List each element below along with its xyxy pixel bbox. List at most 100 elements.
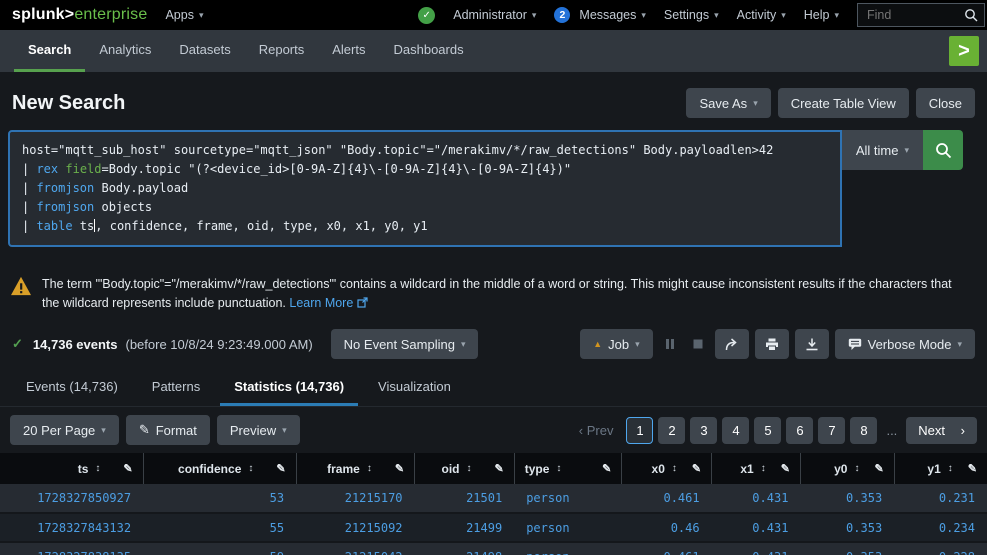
appnav-search[interactable]: Search: [14, 30, 86, 72]
table-cell[interactable]: 59: [143, 542, 297, 555]
table-cell[interactable]: 21215170: [296, 484, 415, 514]
tab-events[interactable]: Events (14,736): [12, 369, 132, 406]
column-header-x1[interactable]: x1 ↕ ✎: [711, 453, 801, 484]
table-cell[interactable]: 0.353: [800, 513, 895, 543]
tab-patterns[interactable]: Patterns: [138, 369, 214, 406]
edit-column-icon[interactable]: ✎: [395, 462, 404, 475]
page-button-8[interactable]: 8: [850, 416, 878, 444]
sort-icon[interactable]: ↕: [367, 463, 372, 474]
column-header-oid[interactable]: oid ↕ ✎: [414, 453, 515, 484]
table-cell[interactable]: 21215092: [296, 513, 415, 543]
splunk-app-icon[interactable]: >: [949, 36, 979, 66]
column-header-type[interactable]: type ↕ ✎: [514, 453, 623, 484]
table-cell[interactable]: 0.431: [711, 542, 801, 555]
page-button-6[interactable]: 6: [786, 416, 814, 444]
table-cell[interactable]: 1728327850927: [0, 484, 144, 514]
sort-icon[interactable]: ↕: [466, 463, 471, 474]
stop-job-icon[interactable]: [687, 338, 709, 350]
appnav-reports[interactable]: Reports: [245, 30, 319, 72]
sort-icon[interactable]: ↕: [761, 463, 766, 474]
search-mode-button[interactable]: Verbose Mode ▾: [834, 329, 975, 359]
job-menu-button[interactable]: ▲ Job ▾: [580, 329, 653, 359]
edit-column-icon[interactable]: ✎: [602, 462, 611, 475]
create-table-view-button[interactable]: Create Table View: [777, 88, 909, 118]
find-input[interactable]: [867, 8, 964, 22]
table-cell[interactable]: 0.431: [711, 513, 801, 543]
user-menu[interactable]: Administrator ▾: [453, 8, 536, 22]
table-cell[interactable]: 21215042: [296, 542, 415, 555]
spl-query-editor[interactable]: host="mqtt_sub_host" sourcetype="mqtt_js…: [8, 130, 842, 247]
print-button[interactable]: [754, 329, 789, 359]
table-cell[interactable]: 0.353: [800, 484, 895, 514]
apps-menu[interactable]: Apps ▾: [165, 8, 203, 22]
sort-icon[interactable]: ↕: [248, 463, 253, 474]
settings-menu[interactable]: Settings ▾: [664, 8, 719, 22]
table-cell[interactable]: 1728327843132: [0, 513, 144, 543]
help-menu[interactable]: Help ▾: [804, 8, 839, 22]
close-button[interactable]: Close: [915, 88, 975, 118]
learn-more-link[interactable]: Learn More: [289, 296, 353, 310]
table-cell[interactable]: person: [514, 484, 622, 514]
edit-column-icon[interactable]: ✎: [874, 462, 883, 475]
export-button[interactable]: [794, 329, 829, 359]
column-header-frame[interactable]: frame ↕ ✎: [296, 453, 416, 484]
format-button[interactable]: ✎ Format: [125, 415, 210, 445]
table-cell[interactable]: 21498: [414, 542, 515, 555]
tab-statistics[interactable]: Statistics (14,736): [220, 369, 359, 406]
column-header-y0[interactable]: y0 ↕ ✎: [800, 453, 895, 484]
appnav-dashboards[interactable]: Dashboards: [379, 30, 477, 72]
save-as-button[interactable]: Save As ▾: [686, 88, 771, 118]
table-cell[interactable]: 53: [143, 484, 297, 514]
external-link-icon[interactable]: [357, 297, 368, 308]
table-cell[interactable]: person: [514, 542, 622, 555]
sort-icon[interactable]: ↕: [556, 463, 561, 474]
page-button-2[interactable]: 2: [658, 416, 686, 444]
table-cell[interactable]: 21501: [414, 484, 515, 514]
page-button-7[interactable]: 7: [818, 416, 846, 444]
sort-icon[interactable]: ↕: [854, 463, 859, 474]
health-status-icon[interactable]: ✓: [418, 6, 436, 24]
search-icon[interactable]: [964, 8, 978, 22]
edit-column-icon[interactable]: ✎: [276, 462, 285, 475]
table-cell[interactable]: 21499: [414, 513, 515, 543]
table-cell[interactable]: 0.228: [894, 542, 987, 555]
table-cell[interactable]: 55: [143, 513, 297, 543]
table-cell[interactable]: 0.461: [621, 542, 712, 555]
edit-column-icon[interactable]: ✎: [781, 462, 790, 475]
table-cell[interactable]: 0.353: [800, 542, 895, 555]
page-button-5[interactable]: 5: [754, 416, 782, 444]
pause-job-icon[interactable]: [659, 338, 681, 350]
preview-button[interactable]: Preview ▾: [216, 415, 300, 445]
appnav-analytics[interactable]: Analytics: [85, 30, 165, 72]
column-header-x0[interactable]: x0 ↕ ✎: [621, 453, 713, 484]
page-button-4[interactable]: 4: [722, 416, 750, 444]
edit-column-icon[interactable]: ✎: [494, 462, 503, 475]
edit-column-icon[interactable]: ✎: [692, 462, 701, 475]
table-cell[interactable]: 0.431: [711, 484, 801, 514]
column-header-y1[interactable]: y1 ↕ ✎: [894, 453, 987, 484]
table-cell[interactable]: 0.234: [894, 513, 987, 543]
edit-column-icon[interactable]: ✎: [123, 462, 132, 475]
appnav-alerts[interactable]: Alerts: [318, 30, 379, 72]
time-range-picker[interactable]: All time ▾: [841, 130, 923, 170]
per-page-button[interactable]: 20 Per Page ▾: [10, 415, 119, 445]
page-button-1[interactable]: 1: [626, 416, 654, 444]
tab-visualization[interactable]: Visualization: [364, 369, 465, 406]
table-cell[interactable]: 1728327838135: [0, 542, 144, 555]
table-cell[interactable]: 0.461: [621, 484, 712, 514]
table-cell[interactable]: 0.46: [621, 513, 712, 543]
appnav-datasets[interactable]: Datasets: [165, 30, 244, 72]
edit-column-icon[interactable]: ✎: [968, 462, 977, 475]
sort-icon[interactable]: ↕: [95, 463, 100, 474]
table-cell[interactable]: 0.231: [894, 484, 987, 514]
messages-menu[interactable]: 2 Messages ▾: [554, 7, 646, 23]
sort-icon[interactable]: ↕: [948, 463, 953, 474]
column-header-ts[interactable]: ts ↕ ✎: [0, 453, 144, 484]
next-page-button[interactable]: Next ›: [906, 416, 977, 444]
table-cell[interactable]: person: [514, 513, 622, 543]
prev-page-button[interactable]: ‹ Prev: [579, 423, 614, 438]
event-sampling-button[interactable]: No Event Sampling ▾: [330, 329, 479, 359]
page-button-3[interactable]: 3: [690, 416, 718, 444]
activity-menu[interactable]: Activity ▾: [737, 8, 786, 22]
sort-icon[interactable]: ↕: [672, 463, 677, 474]
